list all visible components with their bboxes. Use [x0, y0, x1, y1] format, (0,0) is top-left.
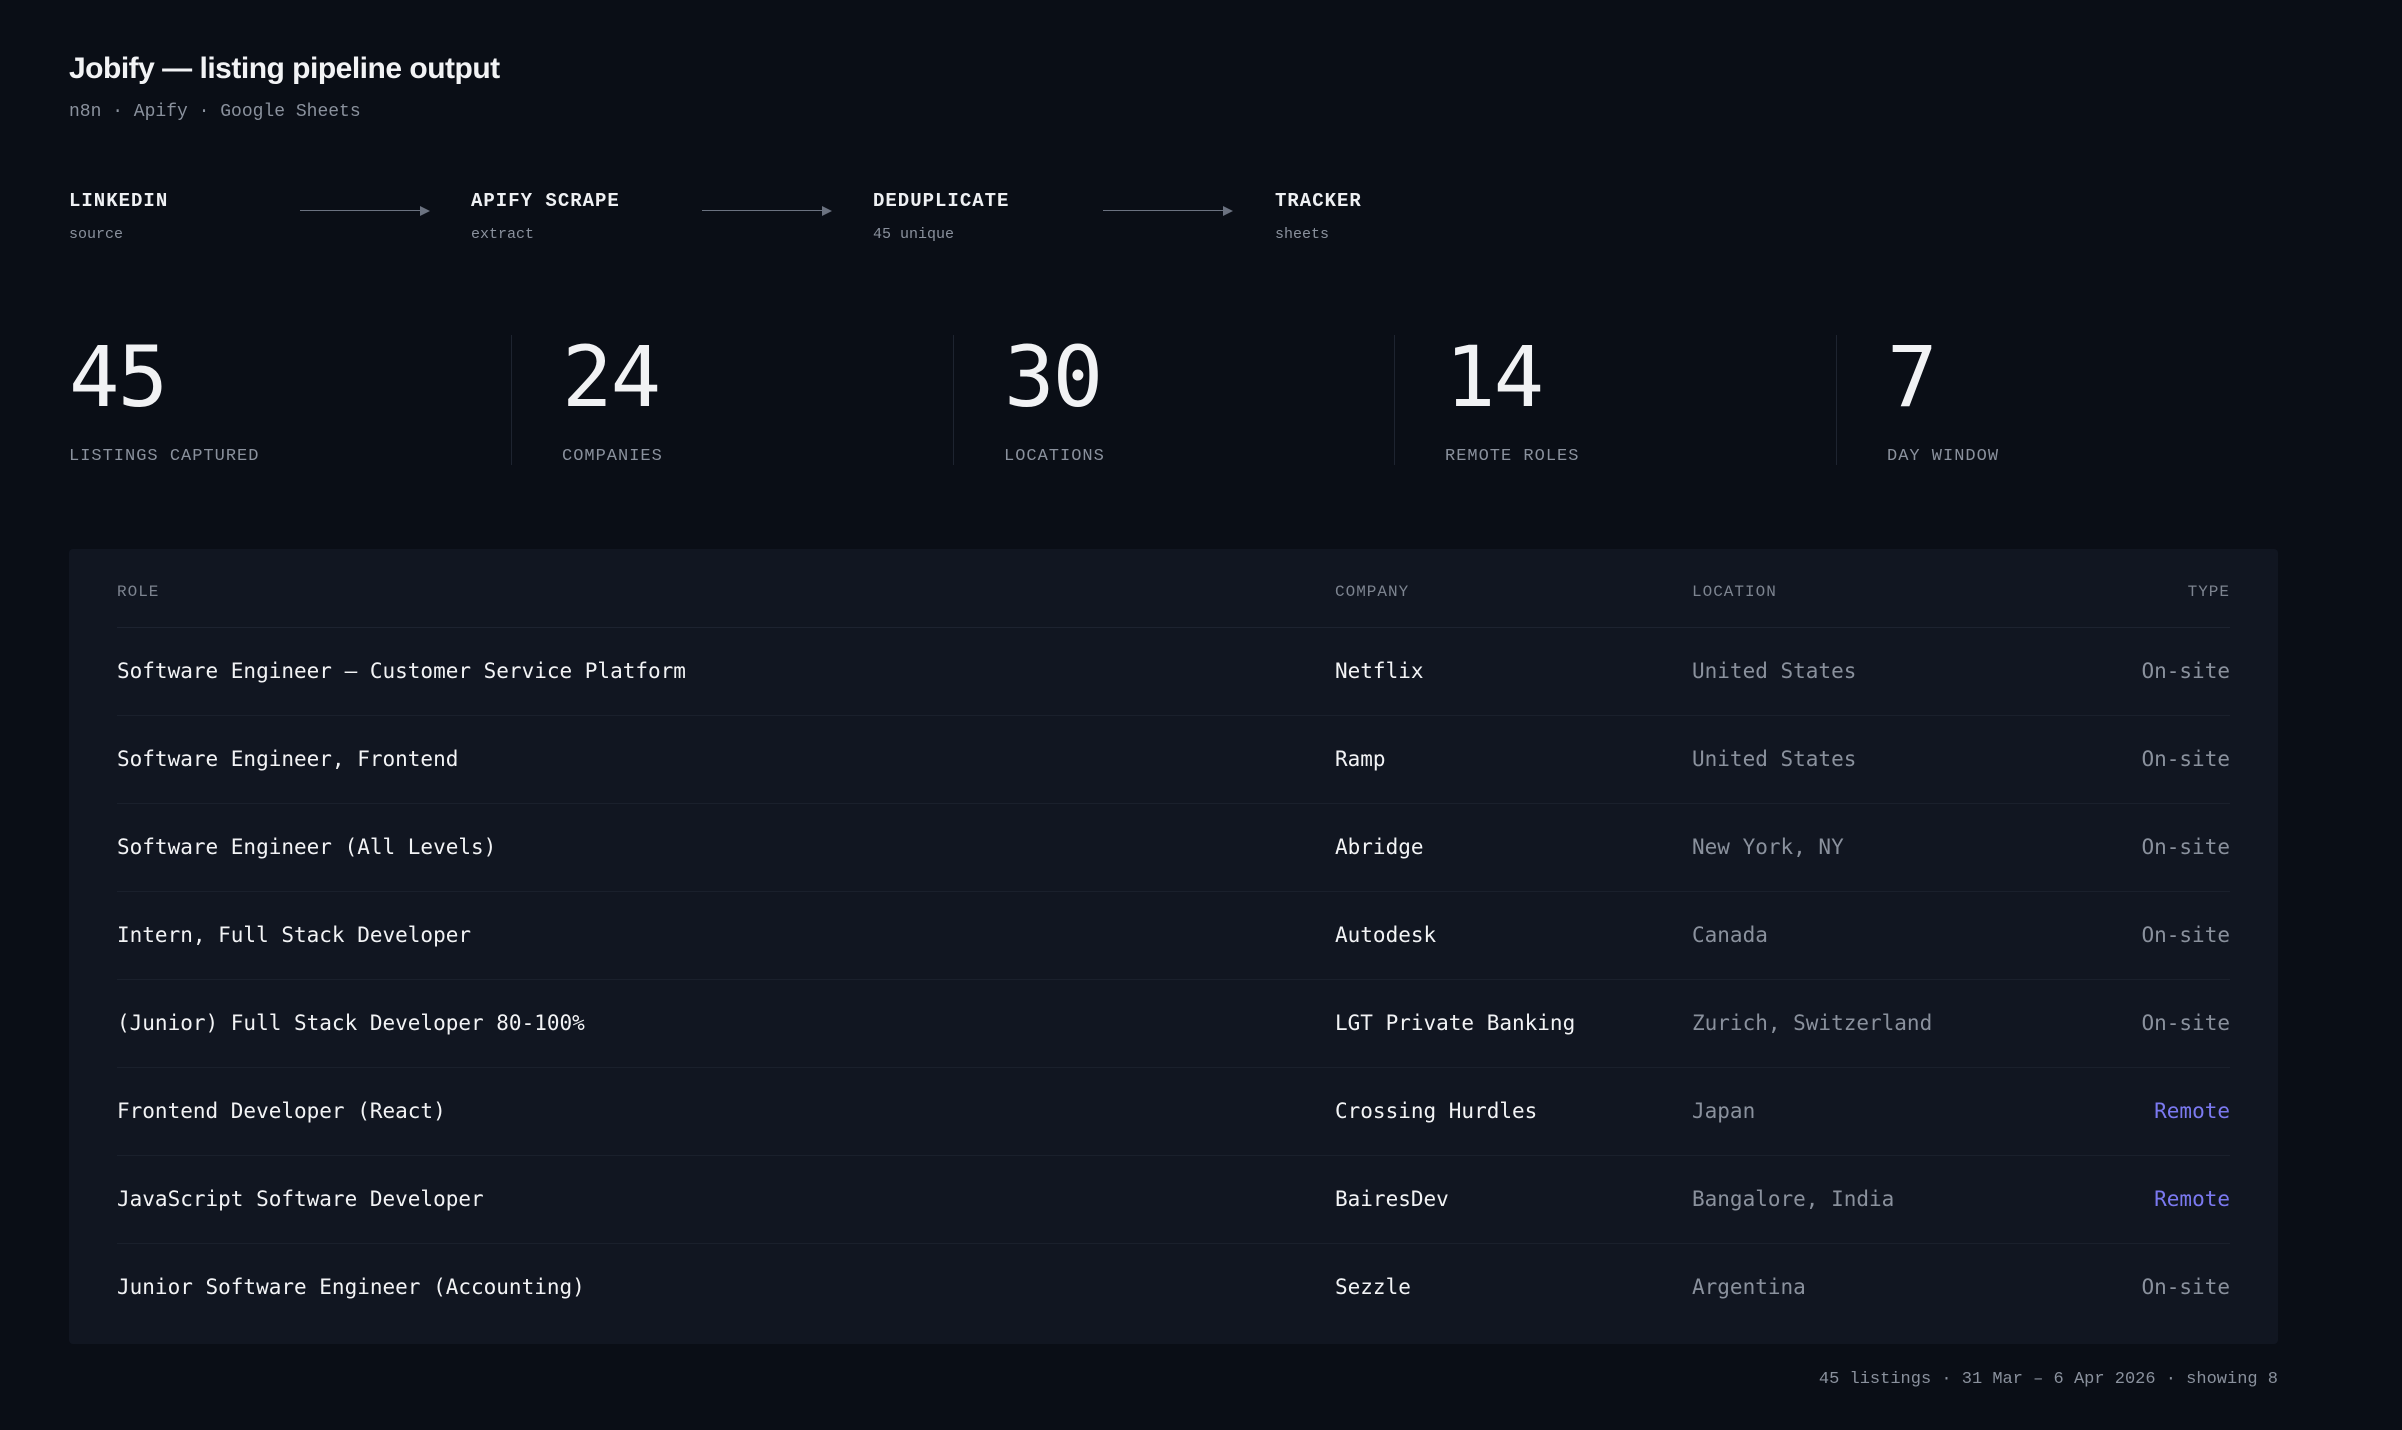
stat-remote-roles: 14 REMOTE ROLES	[1445, 328, 1580, 466]
column-header-company[interactable]: COMPANY	[1335, 583, 1409, 601]
cell-location: New York, NY	[1692, 835, 1844, 859]
cell-location: Japan	[1692, 1099, 1756, 1123]
stat-locations: 30 LOCATIONS	[1004, 328, 1105, 466]
stat-label: DAY WINDOW	[1887, 447, 2000, 466]
listings-table: ROLE COMPANY LOCATION TYPE Software Engi…	[69, 549, 2278, 1344]
pipeline-stage-tracker: TRACKER sheets	[1275, 190, 1362, 243]
stat-value: 24	[562, 328, 661, 426]
table-row[interactable]: (Junior) Full Stack Developer 80-100% LG…	[117, 980, 2230, 1068]
cell-type: Remote	[2154, 1099, 2230, 1123]
cell-type: On-site	[2141, 1275, 2230, 1299]
stat-value: 14	[1445, 328, 1544, 426]
cell-location: United States	[1692, 659, 1857, 683]
pipeline-flow: LINKEDIN source APIFY SCRAPE extract DED…	[69, 190, 1469, 260]
cell-role: Software Engineer, Frontend	[117, 747, 459, 771]
cell-company: Abridge	[1335, 835, 1424, 859]
stage-sub: source	[69, 226, 124, 243]
column-header-role[interactable]: ROLE	[117, 583, 159, 601]
arrow-icon	[702, 206, 832, 216]
cell-role: Software Engineer – Customer Service Pla…	[117, 659, 686, 683]
stat-label: LOCATIONS	[1004, 447, 1105, 466]
column-header-type[interactable]: TYPE	[2188, 583, 2230, 601]
stat-divider	[511, 335, 512, 465]
table-row[interactable]: Intern, Full Stack Developer Autodesk Ca…	[117, 892, 2230, 980]
pipeline-stage-apify-scrape: APIFY SCRAPE extract	[471, 190, 620, 243]
table-row[interactable]: Frontend Developer (React) Crossing Hurd…	[117, 1068, 2230, 1156]
stat-label: REMOTE ROLES	[1445, 447, 1580, 466]
cell-location: Canada	[1692, 923, 1768, 947]
cell-type: Remote	[2154, 1187, 2230, 1211]
cell-type: On-site	[2141, 659, 2230, 683]
table-row[interactable]: Software Engineer, Frontend Ramp United …	[117, 716, 2230, 804]
stat-label: LISTINGS CAPTURED	[69, 447, 260, 466]
stage-sub: sheets	[1275, 226, 1330, 243]
stage-name: TRACKER	[1275, 190, 1362, 212]
arrow-icon	[1103, 206, 1233, 216]
cell-type: On-site	[2141, 835, 2230, 859]
stat-companies: 24 COMPANIES	[562, 328, 663, 466]
column-header-location[interactable]: LOCATION	[1692, 583, 1777, 601]
cell-role: Intern, Full Stack Developer	[117, 923, 472, 947]
stat-listings-captured: 45 LISTINGS CAPTURED	[69, 328, 260, 466]
cell-location: Zurich, Switzerland	[1692, 1011, 1933, 1035]
cell-location: Bangalore, India	[1692, 1187, 1895, 1211]
cell-location: United States	[1692, 747, 1857, 771]
cell-role: Junior Software Engineer (Accounting)	[117, 1275, 585, 1299]
cell-company: BairesDev	[1335, 1187, 1449, 1211]
stat-label: COMPANIES	[562, 447, 663, 466]
stat-divider	[953, 335, 954, 465]
stage-name: LINKEDIN	[69, 190, 169, 212]
table-header: ROLE COMPANY LOCATION TYPE	[117, 549, 2230, 628]
pipeline-stage-deduplicate: DEDUPLICATE 45 unique	[873, 190, 1009, 243]
cell-role: (Junior) Full Stack Developer 80-100%	[117, 1011, 585, 1035]
cell-location: Argentina	[1692, 1275, 1806, 1299]
cell-role: Frontend Developer (React)	[117, 1099, 446, 1123]
stat-day-window: 7 DAY WINDOW	[1887, 328, 2000, 466]
stat-divider	[1836, 335, 1837, 465]
stage-name: APIFY SCRAPE	[471, 190, 620, 212]
cell-role: JavaScript Software Developer	[117, 1187, 484, 1211]
stat-value: 45	[69, 328, 168, 426]
cell-type: On-site	[2141, 747, 2230, 771]
page: Jobify — listing pipeline output n8n · A…	[0, 0, 2402, 1430]
cell-company: LGT Private Banking	[1335, 1011, 1576, 1035]
stat-value: 7	[1887, 328, 1938, 426]
arrow-icon	[300, 206, 430, 216]
cell-company: Crossing Hurdles	[1335, 1099, 1538, 1123]
table-row[interactable]: Software Engineer (All Levels) Abridge N…	[117, 804, 2230, 892]
cell-company: Autodesk	[1335, 923, 1437, 947]
stage-name: DEDUPLICATE	[873, 190, 1010, 212]
cell-company: Sezzle	[1335, 1275, 1411, 1299]
pipeline-stage-linkedin: LINKEDIN source	[69, 190, 168, 243]
cell-company: Netflix	[1335, 659, 1424, 683]
page-title: Jobify — listing pipeline output	[69, 52, 500, 85]
stat-divider	[1394, 335, 1395, 465]
stats-row: 45 LISTINGS CAPTURED 24 COMPANIES 30 LOC…	[69, 328, 2278, 466]
stage-sub: extract	[471, 226, 535, 243]
stat-value: 30	[1004, 328, 1103, 426]
table-row[interactable]: Junior Software Engineer (Accounting) Se…	[117, 1244, 2230, 1331]
table-row[interactable]: Software Engineer – Customer Service Pla…	[117, 628, 2230, 716]
stage-sub: 45 unique	[873, 226, 955, 243]
cell-role: Software Engineer (All Levels)	[117, 835, 497, 859]
cell-company: Ramp	[1335, 747, 1386, 771]
cell-type: On-site	[2141, 923, 2230, 947]
page-subtitle: n8n · Apify · Google Sheets	[69, 102, 361, 122]
table-row[interactable]: JavaScript Software Developer BairesDev …	[117, 1156, 2230, 1244]
cell-type: On-site	[2141, 1011, 2230, 1035]
table-footer-summary: 45 listings · 31 Mar – 6 Apr 2026 · show…	[1818, 1370, 2278, 1389]
